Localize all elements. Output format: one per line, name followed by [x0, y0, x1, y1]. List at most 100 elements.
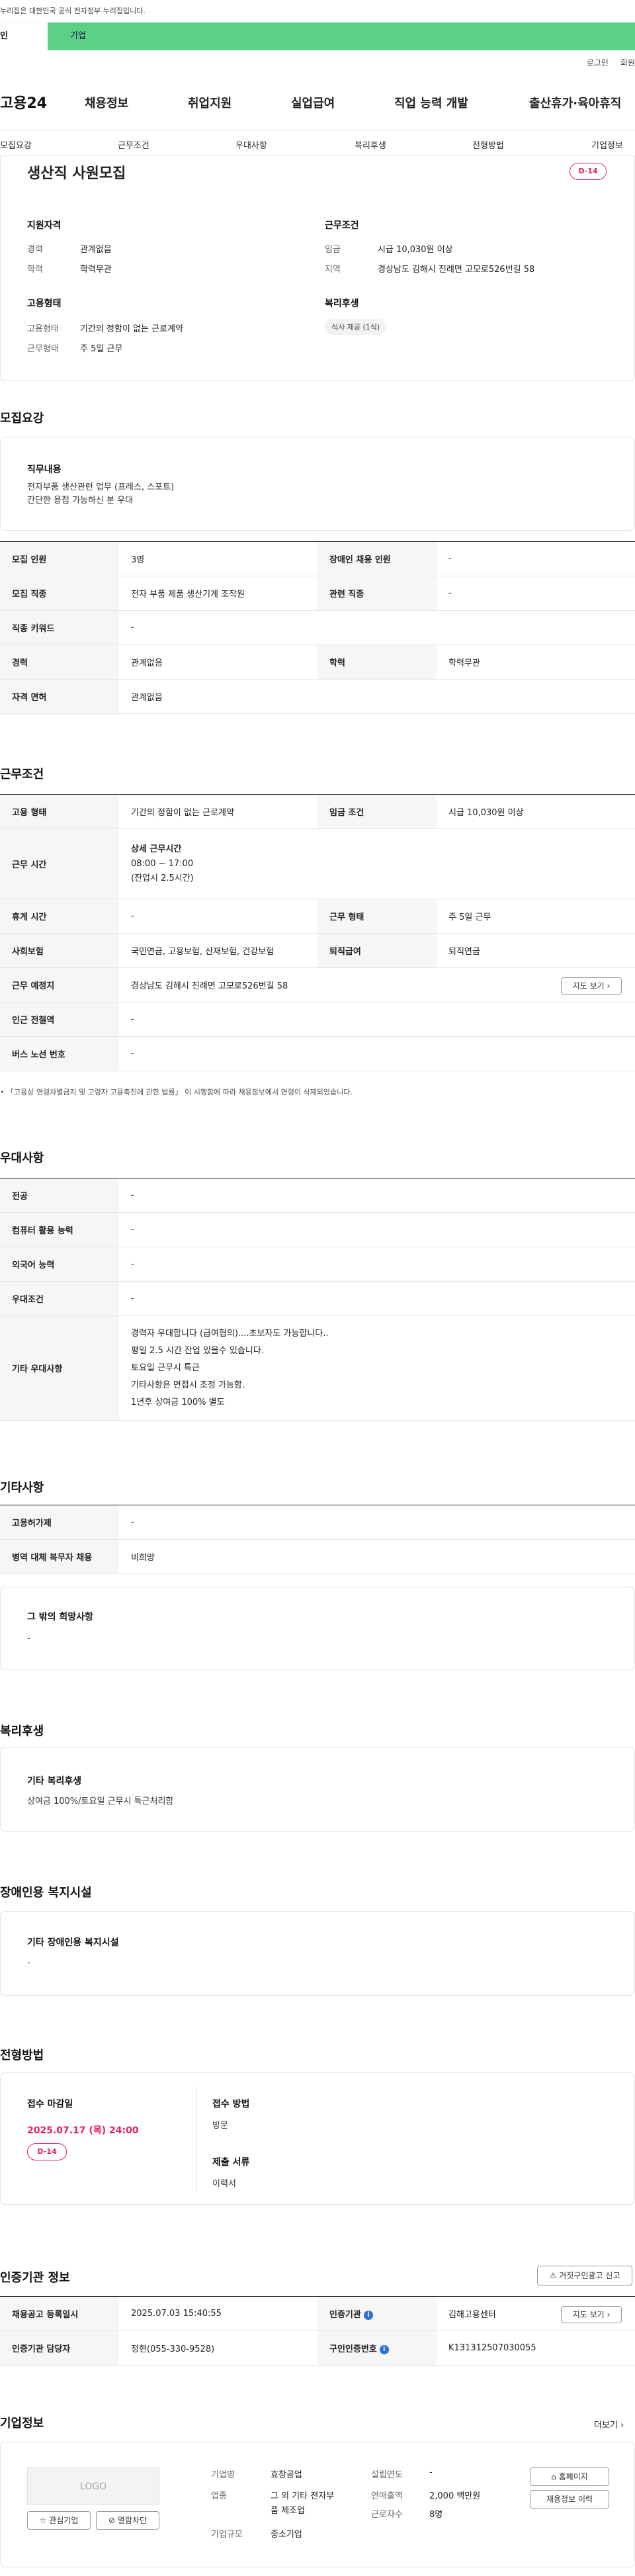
favorite-label: 관심기업: [49, 2516, 79, 2525]
age-notice: • 「고용상 연령차별금지 및 고령자 고용촉진에 관한 법률」 이 시행함에 …: [0, 1088, 353, 1096]
table-row: 모집 인원 3명 장애인 채용 인원 -: [0, 541, 635, 576]
table-row: 우대조건 -: [0, 1281, 635, 1316]
age-notice-text: 「고용상 연령차별금지 및 고령자 고용촉진에 관한 법률」 이 시행함에 따라…: [7, 1088, 353, 1096]
row-label: 인증기관 담당자: [0, 2331, 119, 2366]
row-label: 경력: [0, 644, 119, 680]
tab-company[interactable]: 기업: [48, 22, 635, 50]
emp-heading: 고용형태: [27, 298, 62, 309]
report-button[interactable]: ⚠ 거짓구인광고 신고: [537, 2266, 632, 2286]
industry-value-line1: 그 외 기타 전자부: [271, 2491, 335, 2501]
location-cell: 경상남도 김해시 진례면 고모로526번길 58 지도 보기 ›: [119, 967, 635, 1002]
block-view-button[interactable]: ⊘ 열람차단: [96, 2511, 159, 2530]
hiring-history-button[interactable]: 채용정보 이력: [530, 2490, 609, 2509]
join-link[interactable]: 회원: [620, 57, 635, 68]
more-link[interactable]: 더보기 ›: [594, 2418, 624, 2430]
wage-value: 시급 10,030원 이상: [378, 245, 453, 255]
etc-heading: 기타사항: [0, 1481, 44, 1495]
wish-heading: 그 밖의 희망사항: [27, 1612, 93, 1622]
process-heading: 전형방법: [0, 2049, 44, 2063]
recruit-table: 모집 인원 3명 장애인 채용 인원 - 모집 직종 전자 부품 제품 생산기계…: [0, 541, 635, 714]
docs-value: 이력서: [212, 2179, 236, 2189]
row-value: 기간의 정함이 없는 근로계약: [119, 794, 318, 829]
gnb-menu-vocational-training[interactable]: 직업 능력 개발: [394, 94, 468, 111]
row-value: 전자 부품 제품 생산기계 조작원: [119, 576, 318, 611]
gnb-menu-parental-leave[interactable]: 출산휴가·육아휴직: [529, 94, 621, 111]
table-row: 모집 직종 전자 부품 제품 생산기계 조작원 관련 직종 -: [0, 576, 635, 611]
row-label: 기타 우대사항: [0, 1315, 119, 1421]
row-value: 주 5일 근무: [437, 899, 635, 934]
row-value: 2025.07.03 15:40:55: [119, 2296, 318, 2331]
disabled-card: 기타 장애인용 복지시설 -: [0, 1911, 635, 1996]
table-row: 병역 대체 복무자 채용 비희망: [0, 1539, 635, 1574]
row-label: 휴게 시간: [0, 899, 119, 934]
user-type-tabs: 인 기업: [0, 22, 635, 50]
emp-value: 기간의 정함이 없는 근로계약: [80, 324, 183, 334]
row-value: -: [437, 541, 635, 576]
tab-process[interactable]: 전형방법: [472, 138, 504, 151]
map-button[interactable]: 지도 보기 ›: [561, 977, 622, 995]
edu-label: 학력: [27, 265, 43, 275]
map-button-label: 지도 보기: [572, 2310, 605, 2319]
row-label: 자격 면허: [0, 679, 119, 714]
row-label: 사회보험: [0, 933, 119, 968]
table-row: 경력 관계없음 학력 학력무관: [0, 644, 635, 680]
gnb-menu-jobs[interactable]: 채용정보: [85, 94, 128, 111]
row-label: 모집 인원: [0, 541, 119, 576]
preferences-table: 전공 - 컴퓨터 활용 능력 - 외국어 능력 - 우대조건 - 기타 우대사항…: [0, 1178, 635, 1421]
info-icon[interactable]: i: [379, 2344, 389, 2354]
row-label: 직종 키워드: [0, 610, 119, 645]
row-label: 학력: [318, 644, 437, 680]
disabled-heading: 장애인용 복지시설: [0, 1886, 92, 1900]
gnb-menu-employment-support[interactable]: 취업지원: [188, 94, 232, 111]
info-icon[interactable]: i: [363, 2310, 373, 2320]
row-value: 비희망: [119, 1539, 635, 1574]
tab-company[interactable]: 기업정보: [591, 138, 623, 151]
job-title: 생산직 사원모집: [27, 165, 126, 182]
favorite-company-button[interactable]: ☆ 관심기업: [27, 2511, 91, 2530]
chevron-right-icon: ›: [607, 981, 611, 991]
welfare-card: 기타 복리후생 상여금 100%/토요일 근무시 특근처리함: [0, 1747, 635, 1832]
tab-person[interactable]: 인: [0, 22, 48, 50]
tab-recruit[interactable]: 모집요강: [0, 138, 32, 151]
row-label: 전공: [0, 1178, 119, 1213]
site-logo[interactable]: 고용24: [0, 91, 85, 112]
tab-preferences[interactable]: 우대사항: [235, 138, 267, 151]
founded-label: 설립연도: [371, 2470, 403, 2480]
welfare-section-heading: 복리후생: [0, 1724, 44, 1738]
process-card: 접수 마감일 2025.07.17 (목) 24:00 D-14 접수 방법 방…: [0, 2072, 635, 2205]
duty-line: 간단한 용접 가능하신 분 우대: [27, 496, 134, 506]
welfare-tag: 식사 제공 (1식): [325, 319, 387, 335]
tab-welfare[interactable]: 복리후생: [355, 138, 386, 151]
row-value: 관계없음: [119, 644, 318, 680]
duty-line: 전자부품 생산관련 업무 (프레스, 스포트): [27, 482, 175, 492]
divider: [196, 2086, 197, 2192]
star-icon: ☆: [39, 2516, 47, 2525]
worktype-label: 근무형태: [27, 344, 59, 354]
row-label: 컴퓨터 활용 능력: [0, 1212, 119, 1247]
welfare-sub-value: 상여금 100%/토요일 근무시 특근처리함: [27, 1797, 174, 1806]
homepage-button[interactable]: ⌂ 홈페이지: [530, 2467, 609, 2486]
row-label: 임금 조건: [318, 794, 437, 829]
table-row: 컴퓨터 활용 능력 -: [0, 1212, 635, 1247]
gnb-menu-unemployment-benefit[interactable]: 실업급여: [291, 94, 335, 111]
row-value: -: [119, 1212, 635, 1247]
summary-card: 생산직 사원모집 D-14 지원자격 경력 관계없음 학력 학력무관 근무조건 …: [0, 156, 635, 381]
table-row: 근무 시간 상세 근무시간 08:00 ~ 17:00 (잔업시 2.5시간): [0, 828, 635, 899]
row-value: -: [119, 1002, 635, 1037]
deadline-heading: 접수 마감일: [27, 2099, 73, 2110]
size-value: 중소기업: [271, 2530, 302, 2540]
conditions-table: 고용 형태 기간의 정함이 없는 근로계약 임금 조건 시급 10,030원 이…: [0, 794, 635, 1071]
row-label: 모집 직종: [0, 576, 119, 611]
row-value: -: [119, 1247, 635, 1282]
row-label: 관련 직종: [318, 576, 437, 611]
row-value: 정현(055-330-9528): [119, 2331, 318, 2366]
login-link[interactable]: 로그인: [587, 57, 609, 68]
row-label: 인증기관 i: [318, 2296, 437, 2331]
etc-table: 고용허가제 - 병역 대체 복무자 채용 비희망: [0, 1505, 635, 1574]
tab-conditions[interactable]: 근무조건: [118, 138, 149, 151]
table-row: 인근 전철역 -: [0, 1002, 635, 1037]
chevron-right-icon: ›: [620, 2421, 624, 2430]
cert-map-button[interactable]: 지도 보기 ›: [561, 2306, 622, 2323]
global-nav: 고용24 채용정보 취업지원 실업급여 직업 능력 개발 출산휴가·육아휴직: [0, 85, 635, 119]
sales-label: 연매출액: [371, 2491, 403, 2501]
